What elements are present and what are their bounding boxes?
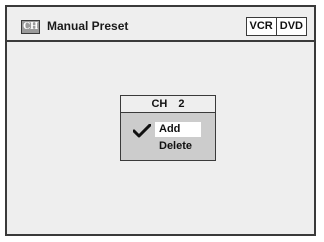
title-bar: CH Manual Preset VCR DVD (7, 7, 314, 42)
checkmark-icon (133, 124, 151, 138)
channel-preset-popup: CH 2 Add Delete (120, 95, 216, 161)
vcr-mode-badge: VCR (246, 18, 276, 35)
popup-channel-header: CH 2 (121, 96, 215, 113)
osd-screen: CH Manual Preset VCR DVD CH 2 Add Delete (5, 5, 316, 236)
page-title: Manual Preset (47, 19, 129, 33)
dvd-mode-badge: DVD (276, 18, 306, 35)
add-option[interactable]: Add (155, 122, 201, 137)
channel-icon: CH (21, 20, 40, 34)
delete-option[interactable]: Delete (155, 139, 201, 154)
mode-badges: VCR DVD (245, 17, 307, 36)
